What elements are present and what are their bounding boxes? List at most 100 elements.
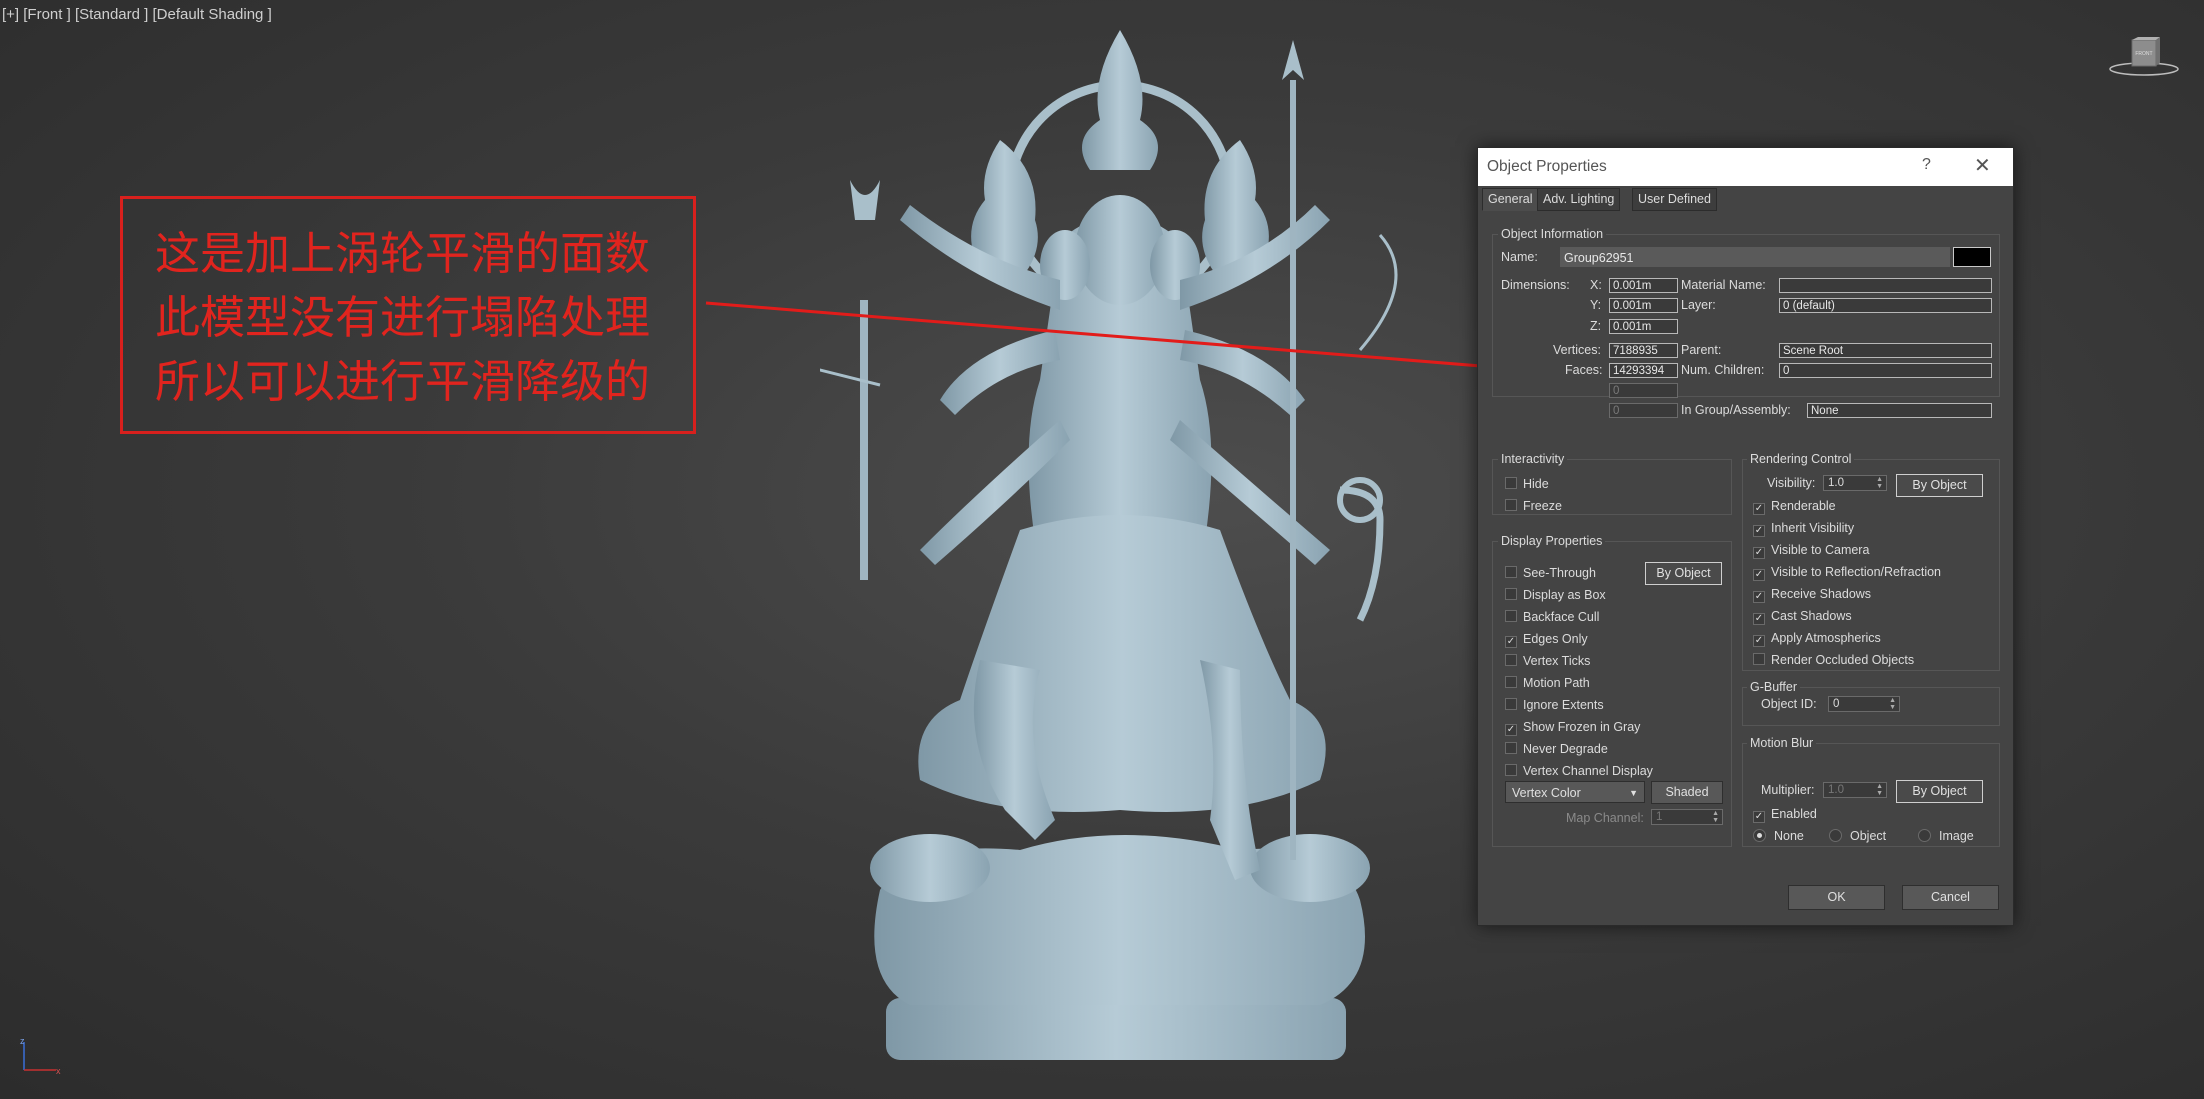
vertex-ticks-box[interactable] [1505,654,1517,666]
viewport-label[interactable]: [+] [Front ] [Standard ] [Default Shadin… [2,6,272,23]
material-name-field[interactable] [1779,278,1992,293]
radio-object-dot[interactable] [1829,829,1842,842]
backface-cull-box[interactable] [1505,610,1517,622]
parent-field[interactable]: Scene Root [1779,343,1992,358]
dialog-title: Object Properties [1487,158,1607,175]
name-field[interactable]: Group62951 [1560,247,1950,267]
see-through-label: See-Through [1523,566,1596,580]
object-information-title: Object Information [1498,227,1607,241]
tab-adv-lighting[interactable]: Adv. Lighting [1537,188,1621,211]
see-through-box[interactable] [1505,566,1517,578]
inherit-visibility-box[interactable]: ✓ [1753,525,1765,537]
in-group-field[interactable]: None [1807,403,1992,418]
see-through-checkbox[interactable]: See-Through [1505,565,1596,581]
viewcube[interactable]: FRONT [2108,36,2180,78]
ignore-extents-checkbox[interactable]: Ignore Extents [1505,697,1604,713]
gbuffer-title: G-Buffer [1747,680,1801,694]
hide-box[interactable] [1505,477,1517,489]
visible-to-reflection-refraction-label: Visible to Reflection/Refraction [1771,565,1941,579]
hide-label: Hide [1523,477,1549,491]
edges-only-box[interactable]: ✓ [1505,636,1517,648]
display-as-box-checkbox[interactable]: Display as Box [1505,587,1606,603]
object-color-swatch[interactable] [1953,247,1991,267]
hide-checkbox[interactable]: Hide [1505,476,1549,492]
visible-to-reflection-refraction-box[interactable]: ✓ [1753,569,1765,581]
ignore-extents-box[interactable] [1505,698,1517,710]
annotation-line-1: 这是加上涡轮平滑的面数 [155,227,651,280]
dim-y-field[interactable]: 0.001m [1609,298,1678,313]
radio-image-dot[interactable] [1918,829,1931,842]
map-channel-label: Map Channel: [1566,811,1644,825]
enabled-box[interactable]: ✓ [1753,811,1765,823]
spinner-arrows-icon: ▲ ▼ [1712,810,1719,824]
never-degrade-box[interactable] [1505,742,1517,754]
cast-shadows-box[interactable]: ✓ [1753,613,1765,625]
dim-x-field[interactable]: 0.001m [1609,278,1678,293]
radio-object-label: Object [1850,829,1887,843]
help-icon[interactable]: ? [1922,156,1931,174]
dialog-titlebar[interactable]: Object Properties ? ✕ [1478,148,2013,186]
vertex-channel-display-checkbox[interactable]: Vertex Channel Display [1505,763,1653,779]
cast-shadows-label: Cast Shadows [1771,609,1852,623]
motion-path-box[interactable] [1505,676,1517,688]
object-id-spinner[interactable]: 0 ▲ ▼ [1828,696,1900,712]
visible-to-camera-box[interactable]: ✓ [1753,547,1765,559]
cancel-button[interactable]: Cancel [1902,885,1999,910]
vertex-ticks-checkbox[interactable]: Vertex Ticks [1505,653,1590,669]
never-degrade-label: Never Degrade [1523,742,1608,756]
apply-atmospherics-box[interactable]: ✓ [1753,635,1765,647]
faces-field[interactable]: 14293394 [1609,363,1678,378]
radio-object[interactable]: Object [1829,828,1886,844]
display-by-object-button[interactable]: By Object [1645,562,1722,585]
spinner-arrows-icon: ▲ ▼ [1876,783,1883,797]
dim-x-label: X: [1590,278,1602,292]
dimensions-label: Dimensions: [1501,278,1570,292]
object-properties-dialog: Object Properties ? ✕ General Adv. Light… [1477,147,2014,926]
radio-none-dot[interactable] [1753,829,1766,842]
motion-path-checkbox[interactable]: Motion Path [1505,675,1590,691]
radio-image[interactable]: Image [1918,828,1974,844]
visible-to-reflection-refraction-checkbox[interactable]: ✓ Visible to Reflection/Refraction [1753,564,1941,581]
num-children-field[interactable]: 0 [1779,363,1992,378]
cast-shadows-checkbox[interactable]: ✓ Cast Shadows [1753,608,1852,625]
dim-z-label: Z: [1590,319,1602,333]
vertex-channel-display-label: Vertex Channel Display [1523,764,1653,778]
vertex-channel-display-box[interactable] [1505,764,1517,776]
render-occluded-objects-checkbox[interactable]: Render Occluded Objects [1753,652,1914,668]
visible-to-camera-checkbox[interactable]: ✓ Visible to Camera [1753,542,1869,559]
render-occluded-objects-box[interactable] [1753,653,1765,665]
rendering-by-object-button[interactable]: By Object [1896,474,1983,497]
backface-cull-checkbox[interactable]: Backface Cull [1505,609,1599,625]
statue-3d-model[interactable] [820,20,1420,1070]
never-degrade-checkbox[interactable]: Never Degrade [1505,741,1608,757]
shaded-button[interactable]: Shaded [1651,781,1723,804]
dim-z-field[interactable]: 0.001m [1609,319,1678,334]
motion-blur-by-object-button[interactable]: By Object [1896,780,1983,803]
renderable-box[interactable]: ✓ [1753,503,1765,515]
freeze-box[interactable] [1505,499,1517,511]
extra-field-2: 0 [1609,403,1678,418]
show-frozen-in-gray-checkbox[interactable]: ✓ Show Frozen in Gray [1505,719,1640,736]
extra-field-1: 0 [1609,383,1678,398]
vertices-field[interactable]: 7188935 [1609,343,1678,358]
edges-only-checkbox[interactable]: ✓ Edges Only [1505,631,1588,648]
freeze-checkbox[interactable]: Freeze [1505,498,1562,514]
show-frozen-in-gray-box[interactable]: ✓ [1505,724,1517,736]
display-as-box-box[interactable] [1505,588,1517,600]
apply-atmospherics-checkbox[interactable]: ✓ Apply Atmospherics [1753,630,1881,647]
close-icon[interactable]: ✕ [1974,153,1991,178]
annotation-line-2: 此模型没有进行塌陷处理 [155,291,651,344]
tab-general[interactable]: General [1482,188,1539,211]
ok-button[interactable]: OK [1788,885,1885,910]
motion-path-label: Motion Path [1523,676,1590,690]
renderable-checkbox[interactable]: ✓ Renderable [1753,498,1836,515]
enabled-checkbox[interactable]: ✓ Enabled [1753,806,1817,823]
radio-none[interactable]: None [1753,828,1804,844]
vertex-color-dropdown[interactable]: Vertex Color ▼ [1505,781,1645,803]
tab-user-defined[interactable]: User Defined [1632,188,1717,211]
inherit-visibility-checkbox[interactable]: ✓ Inherit Visibility [1753,520,1854,537]
layer-field[interactable]: 0 (default) [1779,298,1992,313]
receive-shadows-box[interactable]: ✓ [1753,591,1765,603]
receive-shadows-checkbox[interactable]: ✓ Receive Shadows [1753,586,1871,603]
visibility-spinner[interactable]: 1.0 ▲ ▼ [1823,475,1887,491]
